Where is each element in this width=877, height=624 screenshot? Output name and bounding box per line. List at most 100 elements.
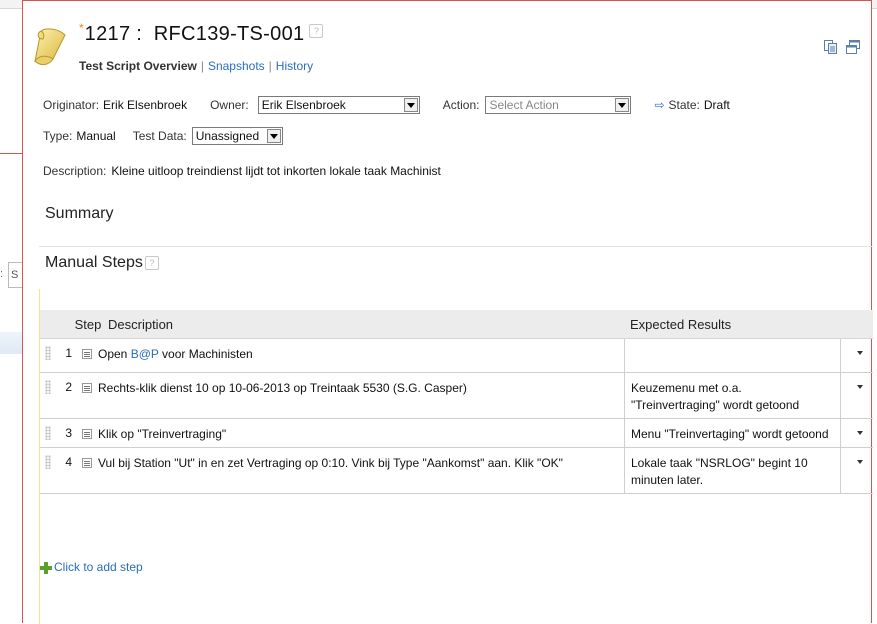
caret-down-icon bbox=[856, 351, 863, 355]
step-type-icon bbox=[82, 429, 92, 439]
drag-handle-icon[interactable] bbox=[45, 346, 51, 360]
details-row-2: Type: Manual Test Data: Unassigned bbox=[43, 127, 283, 145]
state-label: State: bbox=[668, 98, 700, 112]
owner-select[interactable]: Erik Elsenbroek bbox=[257, 96, 420, 114]
background-fragment-input: S bbox=[8, 262, 23, 288]
add-step-button[interactable]: Click to add step bbox=[39, 560, 143, 574]
action-label: Action: bbox=[442, 98, 480, 112]
chevron-down-icon bbox=[615, 98, 630, 112]
step-type-icon bbox=[82, 349, 92, 359]
type-label: Type: bbox=[43, 129, 73, 143]
details-row-1: Originator: Erik Elsenbroek Owner: Erik … bbox=[43, 96, 730, 114]
step-number: 1 bbox=[65, 346, 72, 360]
background-divider bbox=[0, 153, 22, 154]
chevron-down-icon bbox=[403, 98, 418, 112]
plus-icon bbox=[39, 561, 52, 574]
step-description[interactable]: Open B@P voor Machinisten bbox=[72, 339, 624, 367]
table-header-row: Step Description Expected Results bbox=[40, 310, 873, 339]
table-row: 2 Rechts-klik dienst 10 op 10-06-2013 op… bbox=[40, 372, 873, 419]
step-type-icon bbox=[82, 458, 92, 468]
tab-test-script-overview[interactable]: Test Script Overview bbox=[79, 59, 197, 73]
caret-down-icon bbox=[856, 385, 863, 389]
caret-down-icon bbox=[856, 460, 863, 464]
drag-handle-icon[interactable] bbox=[45, 380, 51, 394]
copy-icon[interactable] bbox=[823, 39, 839, 55]
step-expected-result[interactable]: Keuzemenu met o.a. "Treinvertraging" wor… bbox=[624, 373, 840, 418]
step-description-link[interactable]: B@P bbox=[131, 347, 159, 361]
column-header-actions bbox=[840, 310, 873, 339]
chevron-down-icon bbox=[266, 129, 281, 143]
row-drag-handle[interactable] bbox=[40, 338, 62, 373]
column-header-handle bbox=[40, 310, 62, 339]
row-drag-handle[interactable] bbox=[40, 447, 62, 494]
row-menu-button[interactable] bbox=[839, 372, 873, 419]
owner-selected-value: Erik Elsenbroek bbox=[261, 98, 346, 112]
step-description-text: Klik op "Treinvertraging" bbox=[98, 427, 227, 441]
duplicate-window-icon[interactable] bbox=[845, 39, 861, 55]
state-value: Draft bbox=[703, 98, 730, 112]
page-title: 1217 : RFC139-TS-001 bbox=[84, 23, 305, 45]
description-label: Description: bbox=[43, 164, 107, 178]
section-divider bbox=[39, 246, 873, 247]
tab-separator: | bbox=[200, 59, 204, 73]
background-panel-fragment bbox=[0, 332, 22, 354]
tab-separator: | bbox=[268, 59, 272, 73]
tab-history[interactable]: History bbox=[276, 59, 313, 73]
originator-value: Erik Elsenbroek bbox=[103, 98, 188, 112]
background-field-fragment: : S bbox=[0, 262, 23, 288]
column-header-expected-results: Expected Results bbox=[624, 310, 840, 339]
row-drag-handle[interactable] bbox=[40, 372, 62, 419]
summary-section-title[interactable]: Summary bbox=[45, 205, 113, 223]
table-row: 1 Open B@P voor Machinisten bbox=[40, 338, 873, 373]
test-script-scroll-icon bbox=[34, 28, 66, 66]
column-header-description: Description bbox=[108, 316, 174, 332]
table-row: 4 Vul bij Station "Ut" in en zet Vertrag… bbox=[40, 447, 873, 494]
owner-label: Owner: bbox=[210, 98, 249, 112]
row-menu-button[interactable] bbox=[839, 447, 873, 494]
step-description-text: Rechts-klik dienst 10 op 10-06-2013 op T… bbox=[98, 381, 467, 395]
step-expected-result[interactable] bbox=[624, 339, 840, 372]
action-selected-value: Select Action bbox=[489, 98, 559, 112]
table-row: 3 Klik op "Treinvertraging" Menu "Treinv… bbox=[40, 418, 873, 448]
test-data-label: Test Data: bbox=[132, 129, 187, 143]
step-number: 2 bbox=[65, 380, 72, 394]
step-type-icon bbox=[82, 383, 92, 393]
manual-steps-table: Step Description Expected Results 1 Open… bbox=[40, 310, 873, 494]
unsaved-marker: * bbox=[79, 21, 84, 35]
section-tabs: Test Script Overview | Snapshots | History bbox=[79, 59, 313, 73]
header-toolbar bbox=[823, 39, 861, 55]
details-row-3: Description: Kleine uitloop treindienst … bbox=[43, 164, 441, 178]
column-header-step: Step bbox=[74, 316, 102, 332]
title-row: * 1217 : RFC139-TS-001 ? bbox=[79, 21, 324, 51]
row-menu-button[interactable] bbox=[839, 338, 873, 373]
test-data-select[interactable]: Unassigned bbox=[191, 127, 283, 145]
test-script-editor: * 1217 : RFC139-TS-001 ? Test Script Ove… bbox=[22, 0, 873, 624]
description-value: Kleine uitloop treindienst lijdt tot ink… bbox=[111, 164, 441, 178]
row-drag-handle[interactable] bbox=[40, 418, 62, 448]
manual-steps-help-icon[interactable]: ? bbox=[144, 256, 159, 270]
step-expected-result[interactable]: Menu "Treinvertaging" wordt getoond bbox=[624, 419, 840, 447]
step-description[interactable]: Vul bij Station "Ut" in en zet Vertragin… bbox=[72, 448, 624, 476]
row-menu-button[interactable] bbox=[839, 418, 873, 448]
editor-header: * 1217 : RFC139-TS-001 ? Test Script Ove… bbox=[31, 15, 861, 75]
drag-handle-icon[interactable] bbox=[45, 455, 51, 469]
tab-snapshots[interactable]: Snapshots bbox=[208, 59, 265, 73]
step-description[interactable]: Klik op "Treinvertraging" bbox=[72, 419, 624, 447]
action-select[interactable]: Select Action bbox=[485, 96, 632, 114]
type-value: Manual bbox=[76, 129, 116, 143]
caret-down-icon bbox=[856, 431, 863, 435]
test-data-selected-value: Unassigned bbox=[195, 129, 260, 143]
step-description[interactable]: Rechts-klik dienst 10 op 10-06-2013 op T… bbox=[72, 373, 624, 401]
step-number: 3 bbox=[65, 426, 72, 440]
manual-steps-title[interactable]: Manual Steps bbox=[45, 254, 143, 272]
title-help-icon[interactable]: ? bbox=[309, 24, 324, 38]
drag-handle-icon[interactable] bbox=[45, 426, 51, 440]
arrow-right-icon: ⇨ bbox=[654, 98, 665, 112]
originator-label: Originator: bbox=[43, 98, 100, 112]
step-description-text: Open bbox=[98, 347, 131, 361]
step-number: 4 bbox=[65, 455, 72, 469]
step-description-text: voor Machinisten bbox=[158, 347, 253, 361]
add-step-label: Click to add step bbox=[54, 560, 143, 574]
step-expected-result[interactable]: Lokale taak "NSRLOG" begint 10 minuten l… bbox=[624, 448, 840, 493]
column-header-step-description: Step Description bbox=[62, 310, 624, 339]
